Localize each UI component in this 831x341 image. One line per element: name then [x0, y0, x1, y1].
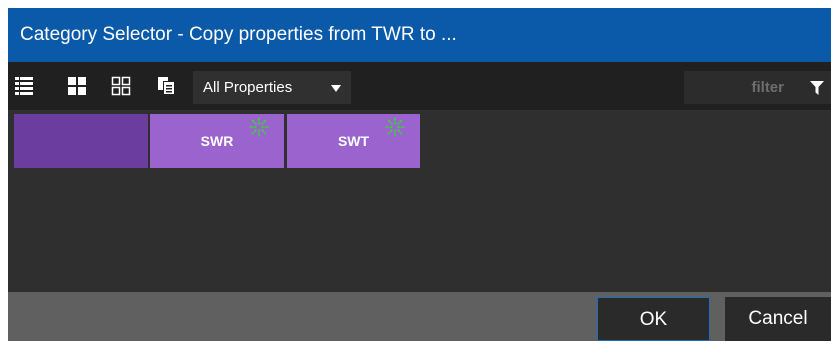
copy-icon[interactable]: [156, 75, 178, 97]
filter-input[interactable]: [684, 71, 792, 104]
ok-button[interactable]: OK: [597, 297, 710, 341]
category-tile-swr[interactable]: SWR: [150, 114, 284, 168]
category-selector-dialog: Category Selector - Copy properties from…: [8, 8, 831, 341]
category-tile[interactable]: [14, 114, 148, 168]
filter-box: [684, 71, 831, 104]
category-tile-swt[interactable]: SWT: [287, 114, 420, 168]
funnel-icon[interactable]: [810, 81, 824, 95]
large-grid-icon[interactable]: [66, 75, 88, 97]
category-tiles-area: SWR SWT: [8, 110, 831, 292]
sparkle-icon: [385, 117, 405, 137]
properties-select-value: All Properties: [203, 79, 293, 96]
ok-button-label: OK: [639, 309, 668, 330]
dialog-titlebar: Category Selector - Copy properties from…: [8, 8, 831, 62]
chevron-down-icon: [331, 85, 341, 92]
dialog-footer: OK Cancel: [8, 292, 831, 341]
properties-select[interactable]: All Properties: [193, 71, 351, 104]
cancel-button[interactable]: Cancel: [725, 297, 831, 341]
sparkle-icon: [249, 117, 269, 137]
list-view-icon[interactable]: [13, 75, 35, 97]
dialog-title: Category Selector - Copy properties from…: [20, 24, 457, 45]
small-grid-icon[interactable]: [110, 75, 132, 97]
cancel-button-label: Cancel: [748, 308, 808, 329]
toolbar: All Properties: [8, 62, 831, 110]
